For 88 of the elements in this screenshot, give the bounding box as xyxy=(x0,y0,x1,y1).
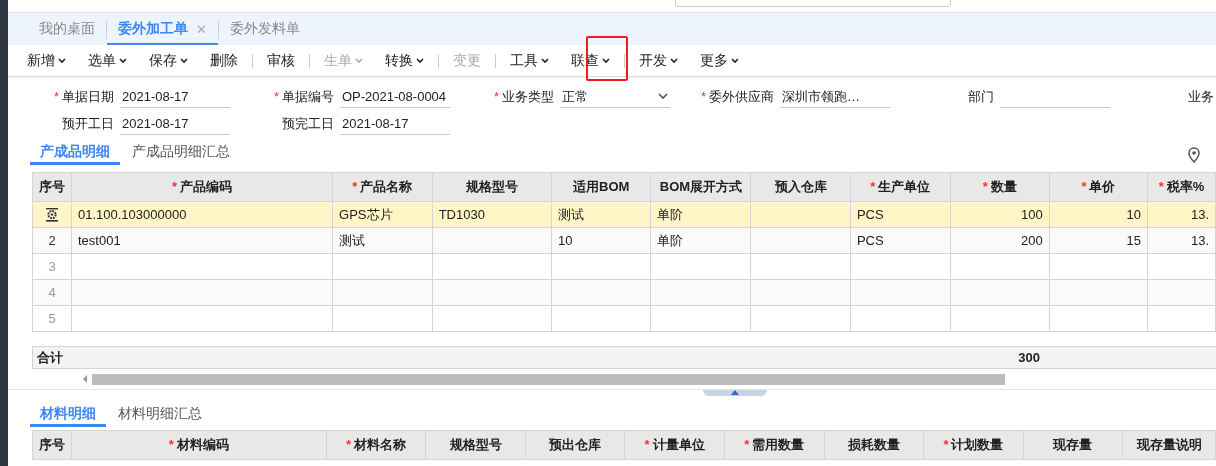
column-header: 规格型号 xyxy=(449,437,502,452)
caret-icon xyxy=(416,57,424,64)
toolbar-button[interactable]: 选单 xyxy=(77,51,138,70)
toolbar-button[interactable]: 新增 xyxy=(16,51,77,70)
select-field[interactable]: 正常 xyxy=(560,86,670,108)
table-cell: 10 xyxy=(557,233,573,248)
location-pin-icon[interactable] xyxy=(1188,147,1200,163)
column-header: * 产品名称 xyxy=(352,179,413,194)
detail-tab[interactable]: 产成品明细 xyxy=(30,141,120,165)
total-value: 300 xyxy=(1017,350,1040,365)
caret-icon xyxy=(119,57,127,64)
table-cell: 15 xyxy=(1126,233,1142,248)
column-header: * 单价 xyxy=(1081,179,1116,194)
toolbar-button[interactable]: 工具 xyxy=(499,51,560,70)
toolbar-button[interactable]: 转换 xyxy=(374,51,435,70)
table-cell: 测试 xyxy=(339,232,366,248)
column-header: 适用BOM xyxy=(573,179,630,194)
row-number: 5 xyxy=(48,311,56,326)
field-label: 部门 xyxy=(968,89,994,104)
collapse-handle[interactable] xyxy=(703,390,767,396)
column-header: * 产品编码 xyxy=(172,179,233,194)
column-header: * 生产单位 xyxy=(870,179,931,194)
column-header: * 材料编码 xyxy=(168,437,229,452)
caret-icon xyxy=(180,57,188,64)
caret-icon xyxy=(541,57,549,64)
field-label: * 委外供应商 xyxy=(700,89,774,104)
field-label: 预完工日 xyxy=(282,116,334,131)
table-cell: 单阶 xyxy=(657,206,684,222)
column-header: * 计划数量 xyxy=(943,437,1004,452)
toolbar-button[interactable]: 审核 xyxy=(256,51,306,70)
field-label: 预开工日 xyxy=(62,116,114,131)
table-cell: GPS芯片 xyxy=(339,206,393,222)
table-cell: PCS xyxy=(856,233,884,248)
detail-tab[interactable]: 材料明细汇总 xyxy=(108,403,212,427)
field-label: * 单据日期 xyxy=(53,89,114,104)
row-number: 4 xyxy=(48,285,56,300)
column-header: * 数量 xyxy=(982,179,1017,194)
column-header: 序号 xyxy=(39,437,65,452)
column-header: 序号 xyxy=(39,179,65,194)
column-header: 预出仓库 xyxy=(549,437,602,452)
column-header: 预入仓库 xyxy=(774,179,827,194)
column-header: 现存量说明 xyxy=(1136,437,1202,452)
column-header: * 材料名称 xyxy=(345,437,406,452)
table-cell: test001 xyxy=(78,233,121,248)
caret-icon xyxy=(58,57,66,64)
table-cell: 100 xyxy=(1021,207,1043,222)
scrollbar-thumb[interactable] xyxy=(92,373,1005,385)
table-cell: TD1030 xyxy=(438,207,485,222)
table-cell: 13. xyxy=(1190,207,1209,222)
caret-icon xyxy=(602,57,610,64)
toolbar-button[interactable]: 删除 xyxy=(199,51,249,70)
input-field[interactable]: 2021-08-17 xyxy=(340,113,450,135)
input-field[interactable]: 2021-08-17 xyxy=(120,113,230,135)
table-cell: 单阶 xyxy=(657,232,684,248)
table-cell: 10 xyxy=(1126,207,1142,222)
scroll-left-icon[interactable] xyxy=(82,375,88,383)
caret-icon xyxy=(731,57,739,64)
total-label: 合计 xyxy=(36,348,63,367)
table-cell: 测试 xyxy=(557,206,584,222)
table-cell: 200 xyxy=(1021,233,1043,248)
table-cell: 13. xyxy=(1190,233,1209,248)
column-header: 损耗数量 xyxy=(847,437,900,452)
column-header: * 计量单位 xyxy=(644,437,705,452)
field-label: * 单据编号 xyxy=(273,89,334,104)
detail-tab[interactable]: 产成品明细汇总 xyxy=(122,141,240,165)
table-cell: PCS xyxy=(856,207,884,222)
toolbar-button[interactable]: 保存 xyxy=(138,51,199,70)
toolbar-button[interactable]: 更多 xyxy=(689,51,750,70)
row-number: 3 xyxy=(48,259,56,274)
highlight-frame xyxy=(586,36,628,81)
toolbar-button[interactable]: 开发 xyxy=(628,51,689,70)
caret-icon xyxy=(670,57,678,64)
column-header: * 需用数量 xyxy=(744,437,805,452)
input-field[interactable]: 深圳市领跑… xyxy=(780,86,890,108)
field-label: * 业务类型 xyxy=(493,89,554,104)
column-header: * 税率% xyxy=(1158,179,1205,194)
column-header: 现存量 xyxy=(1053,437,1093,452)
chevron-down-icon xyxy=(658,93,668,100)
input-field[interactable]: OP-2021-08-0004 xyxy=(340,86,450,108)
row-number: 2 xyxy=(48,233,56,248)
gear-icon[interactable] xyxy=(45,208,59,223)
table-cell: 01.100.103000000 xyxy=(78,207,187,222)
detail-tab[interactable]: 材料明细 xyxy=(30,403,106,427)
column-header: 规格型号 xyxy=(465,179,518,194)
caret-icon xyxy=(355,57,363,64)
input-field[interactable]: 2021-08-17 xyxy=(120,86,230,108)
column-header: BOM展开方式 xyxy=(659,179,743,194)
field-label: 业务 xyxy=(1188,89,1214,104)
